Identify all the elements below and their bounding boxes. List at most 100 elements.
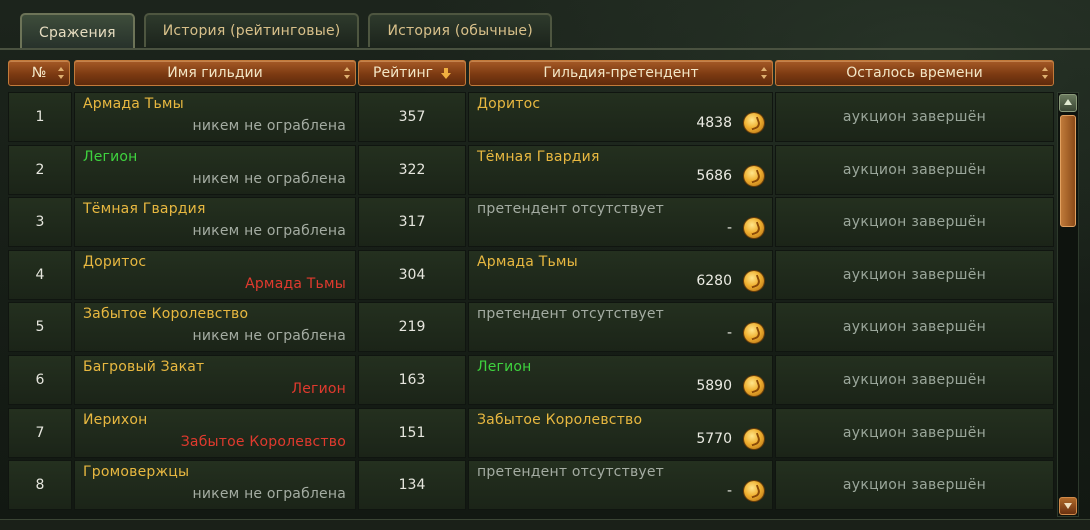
- tab-history-normal[interactable]: История (обычные): [368, 13, 552, 47]
- gold-coin-icon: [744, 113, 764, 133]
- column-header-time-left[interactable]: Осталось времени: [775, 60, 1054, 86]
- guild-cell[interactable]: Тёмная Гвардия никем не ограблена: [74, 197, 356, 247]
- row-number: 3: [8, 197, 72, 247]
- pretender-name[interactable]: Армада Тьмы: [477, 254, 578, 270]
- table-row[interactable]: 8 Громовержцы никем не ограблена 134 претенд…: [8, 460, 1054, 510]
- rating-value: 322: [358, 145, 466, 195]
- table-row[interactable]: 6 Багровый Закат Легион 163 Легион 5890 аукцио…: [8, 355, 1054, 405]
- time-left: аукцион завершён: [775, 408, 1054, 458]
- tab-divider: [0, 48, 1090, 50]
- guild-name[interactable]: Тёмная Гвардия: [83, 201, 206, 217]
- scroll-up-button[interactable]: [1059, 94, 1077, 112]
- bid-amount: 5686: [696, 168, 732, 184]
- row-number: 1: [8, 92, 72, 142]
- guild-name[interactable]: Иерихон: [83, 412, 147, 428]
- pretender-cell[interactable]: Армада Тьмы 6280: [468, 250, 773, 300]
- guild-name[interactable]: Доритос: [83, 254, 146, 270]
- pretender-name[interactable]: Тёмная Гвардия: [477, 149, 600, 165]
- rating-value: 163: [358, 355, 466, 405]
- guild-cell[interactable]: Багровый Закат Легион: [74, 355, 356, 405]
- row-number: 7: [8, 408, 72, 458]
- pretender-cell[interactable]: Тёмная Гвардия 5686: [468, 145, 773, 195]
- rating-value: 151: [358, 408, 466, 458]
- row-number: 2: [8, 145, 72, 195]
- row-number: 4: [8, 250, 72, 300]
- sort-descending-icon: [440, 67, 451, 79]
- guild-battles-window: Сражения История (рейтинговые) История (…: [0, 0, 1090, 530]
- tab-history-rated[interactable]: История (рейтинговые): [143, 13, 360, 47]
- guild-cell[interactable]: Иерихон Забытое Королевство: [74, 408, 356, 458]
- gold-coin-icon: [744, 429, 764, 449]
- robbed-by: никем не ограблена: [192, 118, 346, 134]
- pretender-cell[interactable]: Доритос 4838: [468, 92, 773, 142]
- column-header-guild[interactable]: Имя гильдии: [74, 60, 356, 86]
- rating-value: 219: [358, 302, 466, 352]
- scroll-thumb[interactable]: [1060, 115, 1076, 227]
- guild-name[interactable]: Громовержцы: [83, 464, 189, 480]
- guild-cell[interactable]: Забытое Королевство никем не ограблена: [74, 302, 356, 352]
- sort-icon: [344, 67, 350, 79]
- pretender-cell[interactable]: Легион 5890: [468, 355, 773, 405]
- table-row[interactable]: 4 Доритос Армада Тьмы 304 Армада Тьмы 6280 аук…: [8, 250, 1054, 300]
- gold-coin-icon: [744, 271, 764, 291]
- table-row[interactable]: 7 Иерихон Забытое Королевство 151 Забытое Ко…: [8, 408, 1054, 458]
- time-left: аукцион завершён: [775, 92, 1054, 142]
- guild-cell[interactable]: Громовержцы никем не ограблена: [74, 460, 356, 510]
- rating-value: 317: [358, 197, 466, 247]
- pretender-cell[interactable]: претендент отсутствует -: [468, 460, 773, 510]
- pretender-name[interactable]: Доритос: [477, 96, 540, 112]
- sort-icon: [761, 67, 767, 79]
- table-row[interactable]: 2 Легион никем не ограблена 322 Тёмная Гвард…: [8, 145, 1054, 195]
- robbed-by: Легион: [291, 381, 346, 397]
- guild-name[interactable]: Легион: [83, 149, 138, 165]
- rating-value: 304: [358, 250, 466, 300]
- scrollbar[interactable]: [1057, 92, 1079, 517]
- time-left: аукцион завершён: [775, 302, 1054, 352]
- sort-icon: [58, 67, 64, 79]
- row-number: 5: [8, 302, 72, 352]
- robbed-by: никем не ограблена: [192, 171, 346, 187]
- bid-amount: -: [726, 220, 732, 236]
- column-header-number-label: №: [31, 65, 47, 81]
- bottom-panel-edge: [0, 519, 1090, 530]
- robbed-by: никем не ограблена: [192, 486, 346, 502]
- gold-coin-icon: [744, 323, 764, 343]
- guild-cell[interactable]: Легион никем не ограблена: [74, 145, 356, 195]
- pretender-cell[interactable]: претендент отсутствует -: [468, 302, 773, 352]
- table-row[interactable]: 5 Забытое Королевство никем не ограблена 21…: [8, 302, 1054, 352]
- guild-name[interactable]: Забытое Королевство: [83, 306, 248, 322]
- time-left: аукцион завершён: [775, 250, 1054, 300]
- column-header-guild-label: Имя гильдии: [167, 65, 263, 81]
- column-header-rating[interactable]: Рейтинг: [358, 60, 466, 86]
- pretender-cell[interactable]: Забытое Королевство 5770: [468, 408, 773, 458]
- column-header-pretender[interactable]: Гильдия-претендент: [469, 60, 773, 86]
- table-row[interactable]: 3 Тёмная Гвардия никем не ограблена 317 прет…: [8, 197, 1054, 247]
- pretender-name[interactable]: Легион: [477, 359, 532, 375]
- time-left: аукцион завершён: [775, 460, 1054, 510]
- scroll-down-button[interactable]: [1059, 497, 1077, 515]
- pretender-name[interactable]: Забытое Королевство: [477, 412, 642, 428]
- robbed-by: никем не ограблена: [192, 223, 346, 239]
- battles-table: 1 Армада Тьмы никем не ограблена 3 5 7 Доритос…: [8, 92, 1054, 517]
- guild-name[interactable]: Багровый Закат: [83, 359, 204, 375]
- table-row[interactable]: 1 Армада Тьмы никем не ограблена 357 Доритос…: [8, 92, 1054, 142]
- time-left: аукцион завершён: [775, 145, 1054, 195]
- pretender-cell[interactable]: претендент отсутствует -: [468, 197, 773, 247]
- guild-cell[interactable]: Армада Тьмы никем не ограблена: [74, 92, 356, 142]
- column-header-number[interactable]: №: [8, 60, 70, 86]
- pretender-name[interactable]: претендент отсутствует: [477, 201, 664, 217]
- guild-name[interactable]: Армада Тьмы: [83, 96, 184, 112]
- bid-amount: -: [726, 483, 732, 499]
- rating-value: 134: [358, 460, 466, 510]
- tab-battles[interactable]: Сражения: [20, 13, 135, 50]
- time-left: аукцион завершён: [775, 197, 1054, 247]
- row-number: 6: [8, 355, 72, 405]
- time-left: аукцион завершён: [775, 355, 1054, 405]
- guild-cell[interactable]: Доритос Армада Тьмы: [74, 250, 356, 300]
- pretender-name[interactable]: претендент отсутствует: [477, 306, 664, 322]
- robbed-by: Забытое Королевство: [180, 434, 346, 450]
- bid-amount: 4838: [696, 115, 732, 131]
- gold-coin-icon: [744, 376, 764, 396]
- pretender-name[interactable]: претендент отсутствует: [477, 464, 664, 480]
- tab-bar: Сражения История (рейтинговые) История (…: [20, 13, 552, 50]
